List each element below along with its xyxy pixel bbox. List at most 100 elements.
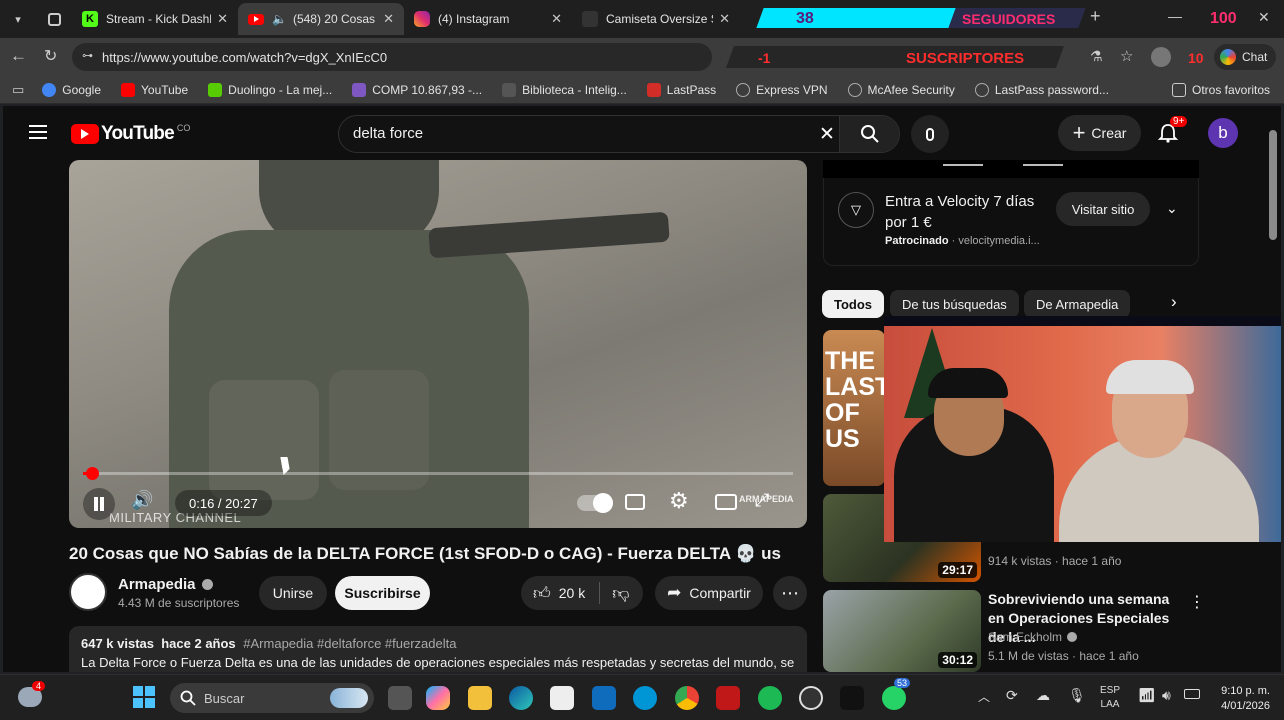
whatsapp-icon[interactable]: 53 bbox=[882, 678, 911, 710]
page-scrollbar[interactable] bbox=[1269, 130, 1277, 240]
settings-gear-icon[interactable]: ⚙ bbox=[669, 488, 689, 514]
like-button[interactable]: 👍︎ 20 k bbox=[521, 583, 585, 604]
chip-todos[interactable]: Todos bbox=[822, 290, 885, 318]
reading-list-icon[interactable]: ▭ bbox=[12, 82, 24, 98]
mcafee-icon[interactable] bbox=[716, 686, 740, 710]
minimize-button[interactable]: — bbox=[1168, 8, 1182, 24]
chrome-icon[interactable] bbox=[675, 686, 699, 710]
rec-channel-3[interactable]: Sam Eckholm bbox=[988, 630, 1062, 644]
hp-icon[interactable] bbox=[633, 686, 657, 710]
bookmark-expressvpn[interactable]: Express VPN bbox=[736, 82, 828, 97]
menu-icon[interactable] bbox=[29, 125, 47, 139]
tab-youtube[interactable]: 🔈 (548) 20 Cosas que NO ✕ bbox=[238, 3, 404, 35]
language-indicator[interactable]: ESP LAA bbox=[1100, 684, 1120, 712]
clear-search-icon[interactable]: ✕ bbox=[819, 123, 835, 146]
file-explorer-icon[interactable] bbox=[468, 686, 492, 710]
bookmark-comp[interactable]: COMP 10.867,93 -... bbox=[352, 82, 482, 97]
search-input[interactable]: delta force bbox=[353, 125, 423, 142]
star-icon[interactable]: ☆ bbox=[1120, 47, 1133, 65]
subscribe-button[interactable]: Suscribirse bbox=[335, 576, 430, 610]
wifi-icon[interactable]: 📶︎ bbox=[1138, 687, 1156, 704]
new-tab-button[interactable]: + bbox=[1090, 6, 1101, 27]
chevron-down-icon[interactable]: ⌄ bbox=[1166, 200, 1178, 217]
close-icon[interactable]: ✕ bbox=[719, 11, 730, 27]
bookmark-mcafee[interactable]: McAfee Security bbox=[847, 82, 955, 97]
bookmark-google[interactable]: Google bbox=[42, 82, 101, 97]
channel-name-row[interactable]: Armapedia bbox=[118, 576, 213, 593]
progress-bar[interactable] bbox=[83, 467, 793, 480]
site-info-icon[interactable]: ⊶ bbox=[82, 49, 93, 62]
extension-icon[interactable]: ⚗ bbox=[1090, 48, 1103, 65]
scrubber-handle[interactable] bbox=[86, 467, 100, 480]
pause-button[interactable] bbox=[83, 488, 115, 520]
notifications-button[interactable]: 9+ bbox=[1157, 116, 1188, 146]
tiktok-icon[interactable] bbox=[840, 686, 864, 710]
share-button[interactable]: ➦ Compartir bbox=[655, 576, 763, 610]
weather-widget[interactable]: 4 bbox=[18, 681, 46, 707]
channel-avatar[interactable] bbox=[69, 573, 107, 611]
description-box[interactable]: 647 k vistas hace 2 años #Armapedia #del… bbox=[69, 626, 807, 672]
reload-button[interactable]: ↻ bbox=[44, 46, 57, 66]
tab-kick[interactable]: K Stream - Kick Dashboard ✕ bbox=[72, 3, 238, 35]
taskbar-search[interactable]: Buscar bbox=[170, 683, 374, 713]
rec-thumbnail-3[interactable]: 30:12 bbox=[823, 590, 981, 672]
fullscreen-icon[interactable]: ⤢ bbox=[755, 490, 769, 511]
more-actions-button[interactable]: ⋯ bbox=[773, 576, 807, 610]
obs-icon[interactable] bbox=[799, 686, 823, 710]
task-view-icon[interactable] bbox=[388, 686, 412, 710]
ad-banner-strip[interactable] bbox=[823, 160, 1199, 178]
close-icon[interactable]: ✕ bbox=[551, 11, 562, 27]
youtube-logo[interactable]: YouTube CO bbox=[71, 123, 190, 145]
workspace-icon[interactable] bbox=[36, 3, 72, 35]
search-button[interactable] bbox=[839, 116, 899, 152]
bookmark-duolingo[interactable]: Duolingo - La mej... bbox=[208, 82, 332, 97]
chip-de-armapedia[interactable]: De Armapedia bbox=[1024, 290, 1131, 318]
close-window-button[interactable]: ✕ bbox=[1258, 9, 1270, 26]
ad-card[interactable]: ▽ Entra a Velocity 7 días por 1 € Patroc… bbox=[823, 178, 1199, 266]
more-vert-icon[interactable]: ⋮ bbox=[1189, 592, 1205, 612]
join-button[interactable]: Unirse bbox=[259, 576, 327, 610]
tab-camiseta[interactable]: Camiseta Oversize Silencio ✕ bbox=[572, 3, 740, 35]
chip-de-tus-busquedas[interactable]: De tus búsquedas bbox=[890, 290, 1019, 318]
dislike-button[interactable]: 👎︎ bbox=[612, 583, 629, 604]
store-icon[interactable] bbox=[550, 686, 574, 710]
bookmark-biblioteca[interactable]: Biblioteca - Intelig... bbox=[502, 82, 627, 97]
close-icon[interactable]: ✕ bbox=[383, 11, 394, 27]
subtitles-icon[interactable] bbox=[625, 494, 645, 510]
visit-site-button[interactable]: Visitar sitio bbox=[1056, 192, 1150, 226]
bookmark-youtube[interactable]: YouTube bbox=[121, 82, 188, 97]
battery-icon[interactable] bbox=[1184, 689, 1200, 699]
bookmark-lastpass-password[interactable]: LastPass password... bbox=[974, 82, 1109, 97]
tab-search-icon[interactable]: ▾ bbox=[0, 3, 36, 35]
address-bar[interactable]: ⊶ https://www.youtube.com/watch?v=dgX_Xn… bbox=[72, 43, 712, 71]
speaker-icon[interactable]: 🔈 bbox=[272, 12, 287, 26]
create-button[interactable]: + Crear bbox=[1058, 115, 1141, 151]
tab-instagram[interactable]: (4) Instagram ✕ bbox=[404, 3, 572, 35]
edge-icon[interactable] bbox=[509, 686, 533, 710]
chat-button[interactable]: Chat bbox=[1214, 44, 1276, 70]
rec-thumbnail-1[interactable]: THE LAST OF US bbox=[823, 330, 885, 486]
start-button[interactable] bbox=[133, 686, 155, 708]
outlook-icon[interactable] bbox=[592, 686, 616, 710]
avatar[interactable]: b bbox=[1208, 118, 1238, 148]
chevron-right-icon[interactable]: › bbox=[1171, 292, 1177, 312]
copilot-icon[interactable] bbox=[426, 686, 450, 710]
miniplayer-icon[interactable] bbox=[715, 494, 737, 510]
other-bookmarks[interactable]: Otros favoritos bbox=[1172, 82, 1270, 97]
video-player[interactable]: MILITARY CHANNEL ARMAPEDIA 🔊 0:16 / 20:2… bbox=[69, 160, 807, 528]
volume-icon[interactable]: 🔊︎ bbox=[1162, 687, 1171, 704]
spotify-icon[interactable] bbox=[758, 686, 782, 710]
tray-sync-icon[interactable]: ⟳ bbox=[1006, 687, 1018, 704]
back-button[interactable]: ← bbox=[10, 46, 27, 66]
bookmark-lastpass[interactable]: LastPass bbox=[646, 82, 716, 97]
profile-avatar[interactable] bbox=[1151, 47, 1171, 67]
autoplay-toggle[interactable] bbox=[577, 493, 613, 513]
volume-button[interactable]: 🔊 bbox=[131, 490, 153, 511]
clock[interactable]: 9:10 p. m. 4/01/2026 bbox=[1206, 684, 1270, 714]
description-tags[interactable]: #Armapedia #deltaforce #fuerzadelta bbox=[243, 636, 456, 651]
tray-microphone-icon[interactable]: 🎙︎ bbox=[1068, 687, 1086, 704]
tray-chevron-up-icon[interactable]: ︿ bbox=[978, 688, 990, 705]
close-icon[interactable]: ✕ bbox=[217, 11, 228, 27]
voice-search-button[interactable] bbox=[911, 115, 949, 153]
tray-cloud-icon[interactable]: ☁ bbox=[1036, 687, 1050, 704]
